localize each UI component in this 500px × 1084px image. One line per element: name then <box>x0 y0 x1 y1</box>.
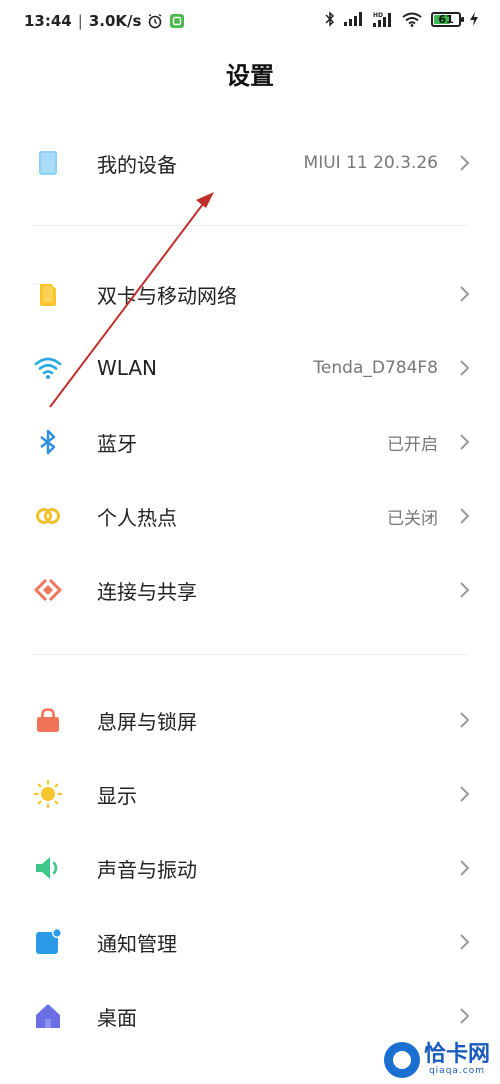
setting-label: 双卡与移动网络 <box>97 283 237 308</box>
watermark-logo-icon <box>383 1042 420 1078</box>
watermark-url: qiaqa.com <box>428 1066 486 1076</box>
sim-card-icon <box>34 280 62 308</box>
status-net-speed: 3.0K/s <box>88 12 142 30</box>
setting-row-hotspot[interactable]: 个人热点 已关闭 <box>0 479 500 553</box>
alarm-icon <box>149 13 162 29</box>
chevron-right-icon <box>460 286 470 302</box>
setting-row-my-device[interactable]: 我的设备 MIUI 11 20.3.26 <box>0 126 500 200</box>
status-bar: 13:44 | 3.0K/s HD 61 <box>0 0 500 44</box>
section-divider <box>32 654 468 655</box>
chevron-right-icon <box>460 1008 470 1024</box>
lock-icon <box>34 706 62 734</box>
setting-row-bluetooth[interactable]: 蓝牙 已开启 <box>0 405 500 479</box>
signal-icon <box>344 12 362 26</box>
battery-icon: 61 <box>431 11 464 27</box>
setting-row-wlan[interactable]: WLAN Tenda_D784F8 <box>0 331 500 405</box>
setting-row-sound[interactable]: 声音与振动 <box>0 831 500 905</box>
chevron-right-icon <box>460 155 470 171</box>
battery-level: 61 <box>438 12 454 26</box>
chevron-right-icon <box>460 508 470 524</box>
chevron-right-icon <box>460 360 470 376</box>
chevron-right-icon <box>460 860 470 876</box>
watermark: 恰卡网 qiaqa.com <box>383 1042 490 1078</box>
hotspot-icon <box>34 502 62 530</box>
chevron-right-icon <box>460 786 470 802</box>
setting-label: 声音与振动 <box>97 857 197 882</box>
setting-row-connection-sharing[interactable]: 连接与共享 <box>0 553 500 627</box>
setting-label: 我的设备 <box>97 152 177 177</box>
wifi-status-icon <box>402 12 422 27</box>
chevron-right-icon <box>460 434 470 450</box>
setting-value: 已关闭 <box>387 508 438 529</box>
setting-label: 连接与共享 <box>97 579 197 604</box>
page-title: 设置 <box>226 62 274 90</box>
signal-hd-icon: HD <box>373 12 391 27</box>
setting-row-sim-network[interactable]: 双卡与移动网络 <box>0 257 500 331</box>
setting-label: 息屏与锁屏 <box>97 709 197 734</box>
setting-label: 桌面 <box>97 1005 137 1030</box>
setting-row-display[interactable]: 显示 <box>0 757 500 831</box>
share-icon <box>34 576 62 604</box>
bluetooth-icon <box>34 428 62 456</box>
setting-label: 显示 <box>97 783 137 808</box>
notification-icon <box>34 928 62 956</box>
sun-icon <box>34 780 62 808</box>
setting-label: 蓝牙 <box>97 431 137 456</box>
setting-value: 已开启 <box>387 434 438 455</box>
watermark-title: 恰卡网 <box>423 1042 490 1067</box>
setting-label: 通知管理 <box>97 931 177 956</box>
setting-value: MIUI 11 20.3.26 <box>303 153 438 173</box>
wifi-icon <box>34 354 62 382</box>
device-icon <box>34 149 62 177</box>
bluetooth-status-icon <box>325 11 335 27</box>
charging-icon <box>470 12 478 26</box>
setting-label: WLAN <box>97 356 158 380</box>
chevron-right-icon <box>460 582 470 598</box>
chevron-right-icon <box>460 934 470 950</box>
chevron-right-icon <box>460 712 470 728</box>
status-separator: | <box>77 12 83 30</box>
home-icon <box>34 1002 62 1030</box>
speaker-icon <box>34 854 62 882</box>
status-time: 13:44 <box>24 12 72 30</box>
setting-label: 个人热点 <box>97 505 177 530</box>
svg-text:HD: HD <box>373 12 383 19</box>
setting-value: Tenda_D784F8 <box>313 358 438 378</box>
setting-row-notifications[interactable]: 通知管理 <box>0 905 500 979</box>
section-divider <box>32 225 468 226</box>
app-notification-icon <box>170 14 185 28</box>
setting-row-lock-screen[interactable]: 息屏与锁屏 <box>0 683 500 757</box>
